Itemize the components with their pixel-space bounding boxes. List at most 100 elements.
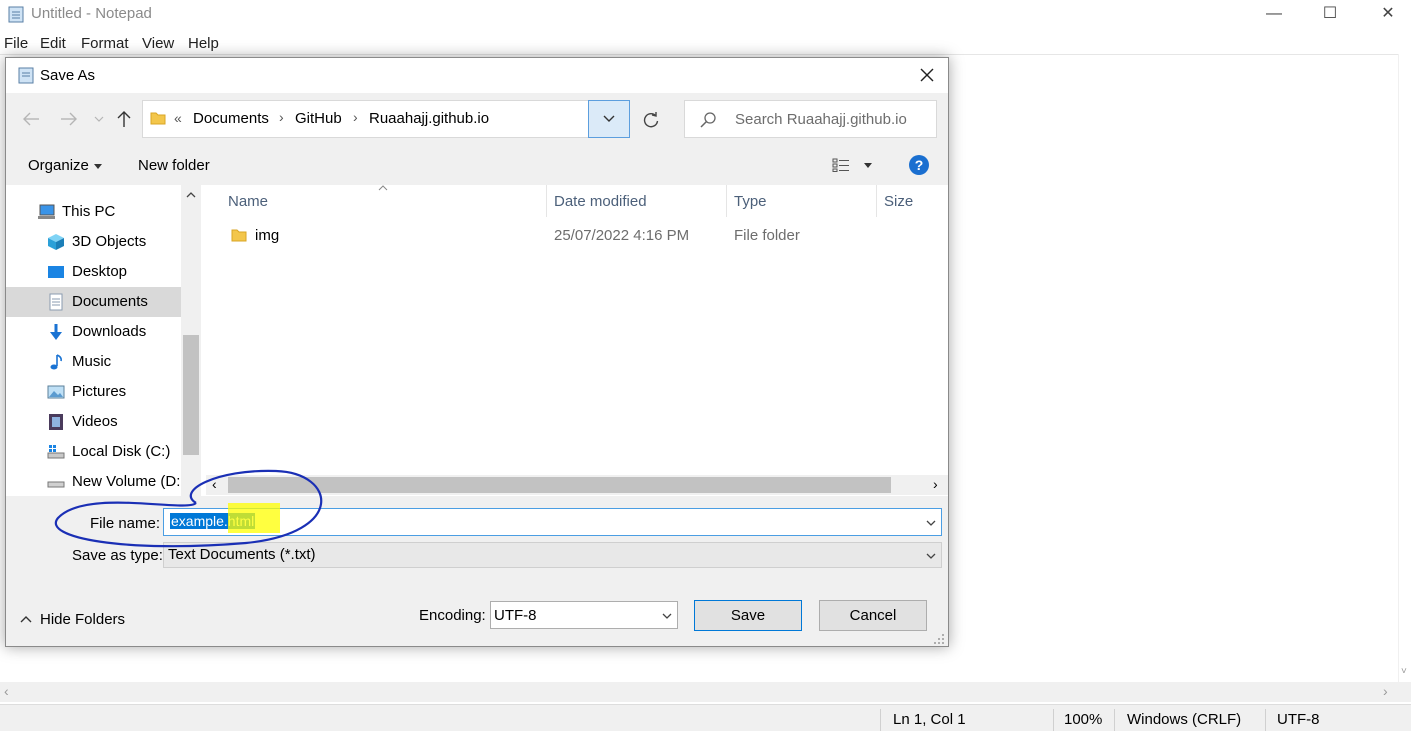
status-encoding: UTF-8 xyxy=(1277,711,1320,728)
forward-arrow-icon[interactable] xyxy=(60,112,78,126)
close-icon[interactable] xyxy=(920,68,934,82)
vertical-scrollbar[interactable]: ˅ xyxy=(1398,54,1411,682)
horizontal-scrollbar[interactable]: ‹ › xyxy=(0,682,1411,702)
file-type: File folder xyxy=(734,227,800,244)
cancel-button[interactable]: Cancel xyxy=(819,600,927,631)
nav-3d-objects[interactable]: 3D Objects xyxy=(6,227,181,257)
column-divider[interactable] xyxy=(726,185,727,217)
nav-label: Documents xyxy=(72,293,148,310)
recent-locations-chevron-icon[interactable] xyxy=(94,116,104,124)
chevron-down-icon[interactable] xyxy=(926,520,936,526)
file-name-input[interactable]: example.html xyxy=(163,508,942,536)
column-divider[interactable] xyxy=(546,185,547,217)
nav-documents[interactable]: Documents xyxy=(6,287,181,317)
breadcrumb-overflow[interactable]: « xyxy=(174,110,182,126)
back-arrow-icon[interactable] xyxy=(22,112,40,126)
nav-local-disk[interactable]: Local Disk (C:) xyxy=(6,437,181,467)
nav-videos[interactable]: Videos xyxy=(6,407,181,437)
status-divider xyxy=(1114,709,1115,731)
music-icon xyxy=(50,354,62,370)
breadcrumb-chevron-icon[interactable]: › xyxy=(279,109,284,125)
scroll-right-icon[interactable]: › xyxy=(933,476,938,492)
col-name[interactable]: Name xyxy=(228,193,268,210)
file-date: 25/07/2022 4:16 PM xyxy=(554,227,690,244)
view-dropdown-icon[interactable] xyxy=(864,163,872,168)
notepad-title: Untitled - Notepad xyxy=(31,5,152,22)
file-row[interactable]: img 25/07/2022 4:16 PM File folder xyxy=(206,223,948,249)
menu-edit[interactable]: Edit xyxy=(40,35,66,52)
breadcrumb-github[interactable]: GitHub xyxy=(295,110,342,127)
nav-pictures[interactable]: Pictures xyxy=(6,377,181,407)
save-button[interactable]: Save xyxy=(694,600,802,631)
nav-this-pc[interactable]: This PC xyxy=(6,197,181,227)
col-type[interactable]: Type xyxy=(734,193,767,210)
breadcrumb-documents[interactable]: Documents xyxy=(193,110,269,127)
nav-music[interactable]: Music xyxy=(6,347,181,377)
save-as-dialog: Save As « Documents › GitHub › Ruaahajj.… xyxy=(5,57,949,647)
save-type-select[interactable]: Text Documents (*.txt) xyxy=(163,542,942,568)
chevron-up-icon[interactable] xyxy=(20,615,32,623)
maximize-button[interactable]: ☐ xyxy=(1307,0,1353,30)
notepad-icon xyxy=(18,67,34,84)
address-dropdown-button[interactable] xyxy=(588,100,630,138)
breadcrumb-chevron-icon[interactable]: › xyxy=(353,109,358,125)
new-folder-button[interactable]: New folder xyxy=(138,157,210,174)
close-button[interactable]: ✕ xyxy=(1365,0,1411,30)
nav-downloads[interactable]: Downloads xyxy=(6,317,181,347)
status-divider xyxy=(1265,709,1266,731)
menu-format[interactable]: Format xyxy=(81,35,129,52)
nav-label: Desktop xyxy=(72,263,128,280)
col-date[interactable]: Date modified xyxy=(554,193,647,210)
status-line-ending: Windows (CRLF) xyxy=(1127,711,1242,728)
scroll-right-icon[interactable]: › xyxy=(1383,683,1388,699)
file-hscrollbar[interactable]: ‹ › xyxy=(206,475,948,495)
nav-new-volume[interactable]: New Volume (D: xyxy=(6,467,181,497)
column-divider[interactable] xyxy=(876,185,877,217)
chevron-down-icon xyxy=(926,553,936,559)
scroll-left-icon[interactable]: ‹ xyxy=(4,683,9,699)
desktop-icon xyxy=(48,266,64,278)
breadcrumb-repo[interactable]: Ruaahajj.github.io xyxy=(369,110,489,127)
local-disk-icon xyxy=(47,445,65,459)
file-name: img xyxy=(255,227,280,244)
minimize-button[interactable]: — xyxy=(1251,0,1297,30)
3d-objects-icon xyxy=(48,234,64,250)
nav-label: 3D Objects xyxy=(72,233,147,250)
nav-scrollbar[interactable] xyxy=(181,185,201,497)
menu-file[interactable]: File xyxy=(4,35,28,52)
file-name-value: example.html xyxy=(170,513,256,529)
scroll-left-icon[interactable]: ‹ xyxy=(212,476,217,492)
organize-dropdown-icon[interactable] xyxy=(94,164,102,169)
nav-desktop[interactable]: Desktop xyxy=(6,257,181,287)
nav-label: Local Disk (C:) xyxy=(72,443,171,460)
menu-help[interactable]: Help xyxy=(188,35,219,52)
search-box[interactable]: Search Ruaahajj.github.io xyxy=(684,100,937,138)
scroll-up-icon[interactable] xyxy=(186,192,196,198)
svg-text:?: ? xyxy=(915,157,924,173)
encoding-select[interactable]: UTF-8 xyxy=(490,601,678,629)
search-icon xyxy=(700,112,716,128)
hide-folders-button[interactable]: Hide Folders xyxy=(40,611,125,628)
folder-icon xyxy=(231,229,247,242)
search-placeholder: Search Ruaahajj.github.io xyxy=(735,111,907,128)
nav-scroll-thumb[interactable] xyxy=(183,335,199,455)
file-hscroll-thumb[interactable] xyxy=(228,477,891,493)
documents-icon xyxy=(49,293,63,311)
organize-button[interactable]: Organize xyxy=(28,157,89,174)
notepad-titlebar: Untitled - Notepad — ☐ ✕ xyxy=(0,0,1411,30)
menu-view[interactable]: View xyxy=(142,35,174,52)
help-icon[interactable]: ? xyxy=(908,154,930,176)
view-options-icon[interactable] xyxy=(832,158,850,172)
address-bar[interactable]: « Documents › GitHub › Ruaahajj.github.i… xyxy=(142,100,629,138)
status-bar: Ln 1, Col 1 100% Windows (CRLF) UTF-8 xyxy=(0,704,1411,731)
up-arrow-icon[interactable] xyxy=(117,110,131,128)
chevron-down-icon xyxy=(603,115,615,122)
nav-label: Videos xyxy=(72,413,118,430)
pictures-icon xyxy=(47,385,65,399)
resize-grip-icon[interactable] xyxy=(934,634,945,645)
nav-label: Pictures xyxy=(72,383,127,400)
save-type-label: Save as type: xyxy=(72,547,163,564)
col-size[interactable]: Size xyxy=(884,193,913,210)
scroll-down-icon[interactable]: ˅ xyxy=(1401,666,1407,677)
refresh-icon[interactable] xyxy=(642,111,660,129)
